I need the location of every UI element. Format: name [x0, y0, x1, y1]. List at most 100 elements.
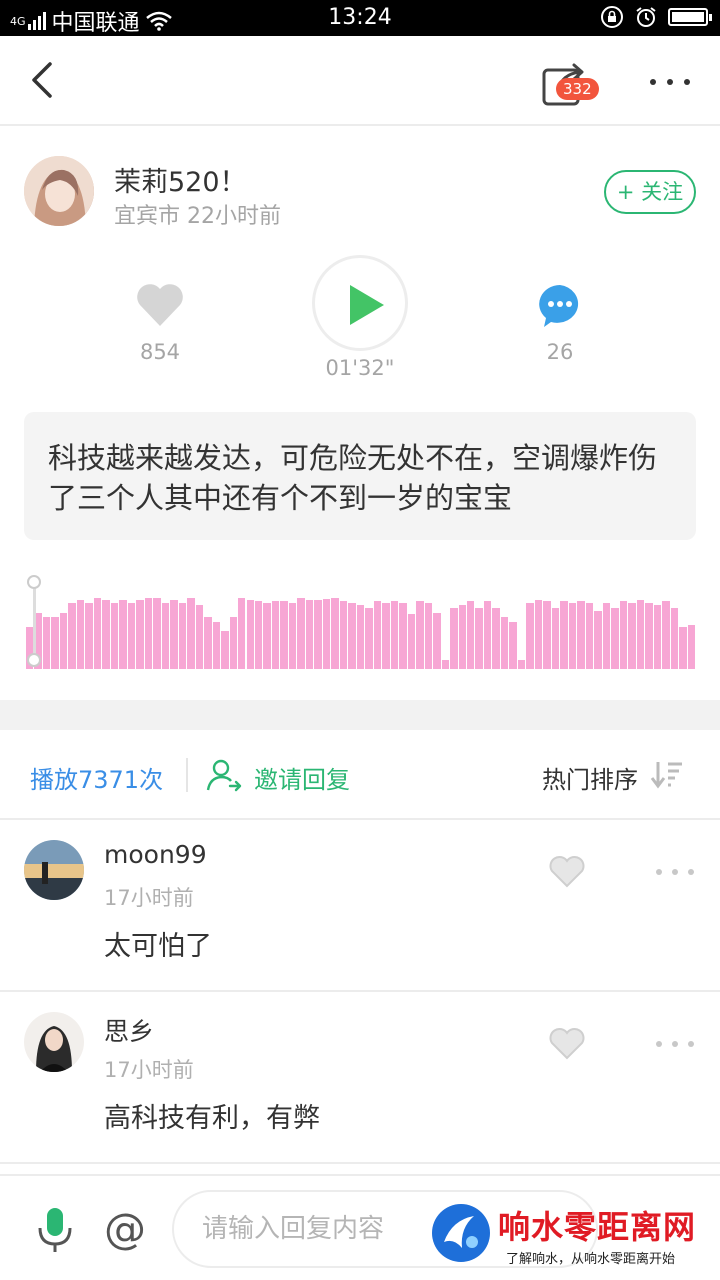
waveform-bar	[51, 617, 59, 669]
share-count-badge: 332	[556, 78, 599, 100]
sort-hot-button[interactable]: 热门排序	[542, 760, 638, 795]
waveform-bar	[509, 622, 517, 669]
waveform-bar	[331, 598, 339, 669]
waveform-bar	[229, 617, 237, 669]
mention-at-icon[interactable]: @	[100, 1204, 150, 1254]
status-bar: 4G 中国联通 13:24	[0, 0, 720, 36]
commenter-name[interactable]: 思乡	[104, 1012, 154, 1048]
like-count: 854	[139, 340, 181, 364]
waveform-bar	[153, 598, 161, 669]
author-location-time: 宜宾市 22小时前	[114, 204, 281, 229]
waveform-bar	[127, 603, 136, 669]
comment-item: moon99 17小时前 太可怕了	[0, 822, 720, 992]
waveform-bar	[636, 600, 645, 669]
comment-more-icon[interactable]	[656, 1040, 696, 1048]
waveform-bar	[93, 598, 102, 669]
play-button[interactable]	[312, 255, 408, 351]
alarm-icon	[636, 7, 656, 27]
invite-user-icon[interactable]	[206, 758, 242, 792]
author-avatar[interactable]	[24, 156, 94, 226]
waveform-bar	[221, 631, 229, 669]
comment-count: 26	[546, 340, 574, 364]
waveform-bar	[645, 603, 653, 669]
waveform-bar	[577, 601, 585, 669]
cursor-bottom-knob[interactable]	[27, 653, 41, 667]
play-icon	[350, 285, 384, 325]
commenter-avatar[interactable]	[24, 840, 84, 900]
waveform-bar	[161, 603, 170, 669]
waveform-bar	[204, 617, 212, 669]
watermark-title: 响水零距离网	[498, 1208, 697, 1246]
waveform-bar	[568, 603, 577, 669]
commenter-avatar[interactable]	[24, 1012, 84, 1072]
waveform-bar	[59, 613, 68, 669]
follow-button[interactable]: + 关注	[604, 170, 696, 214]
waveform-bar	[475, 608, 483, 669]
comment-bubble-icon[interactable]	[536, 282, 584, 330]
audio-duration: 01'32"	[325, 356, 395, 380]
comment-text: 高科技有利，有弊	[104, 1103, 320, 1134]
waveform-bar	[534, 600, 543, 669]
waveform-bar	[144, 598, 153, 669]
waveform-bar	[254, 601, 263, 669]
heart-icon[interactable]	[134, 280, 186, 328]
sort-icon[interactable]	[650, 760, 684, 790]
waveform-bar	[551, 608, 560, 669]
commenter-name[interactable]: moon99	[104, 840, 207, 869]
audio-waveform[interactable]	[24, 575, 696, 669]
waveform-bar	[339, 601, 348, 669]
back-icon[interactable]	[24, 60, 64, 100]
top-nav: 332	[0, 36, 720, 126]
waveform-bar	[483, 601, 492, 669]
stats-bar: 播放7371次 邀请回复 热门排序	[0, 730, 720, 820]
waveform-bar	[170, 600, 178, 669]
waveform-bar	[594, 611, 602, 669]
waveform-bar	[543, 601, 551, 669]
author-name[interactable]: 茉莉520！	[114, 160, 247, 199]
waveform-bar	[458, 605, 466, 669]
comment-time: 17小时前	[104, 1058, 194, 1082]
waveform-bar	[348, 603, 356, 669]
waveform-bar	[500, 617, 509, 669]
waveform-bar	[560, 601, 568, 669]
comment-like-icon[interactable]	[548, 1026, 586, 1060]
commenter-avatar-image	[24, 840, 84, 900]
comment-like-icon[interactable]	[548, 854, 586, 888]
waveform-bar	[585, 603, 594, 669]
waveform-bar	[365, 608, 373, 669]
waveform-bar	[288, 603, 297, 669]
waveform-bar	[492, 608, 500, 669]
waveform-bar	[526, 603, 534, 669]
comment-more-icon[interactable]	[656, 868, 696, 876]
playback-cursor[interactable]	[33, 579, 36, 661]
waveform-bar	[602, 603, 611, 669]
waveform-bar	[297, 598, 305, 669]
waveform-bar	[42, 617, 51, 669]
waveform-bar	[305, 600, 314, 669]
invite-reply-button[interactable]: 邀请回复	[254, 760, 350, 795]
waveform-bar	[670, 608, 679, 669]
comment-time: 17小时前	[104, 886, 194, 910]
waveform-bar	[467, 601, 475, 669]
rotation-lock-icon	[601, 6, 623, 28]
waveform-bar	[450, 608, 458, 669]
waveform-bar	[246, 600, 254, 669]
waveform-bar	[110, 603, 119, 669]
waveform-bar	[611, 608, 619, 669]
waveform-bar	[271, 601, 280, 669]
waveform-bar	[356, 605, 365, 669]
waveform-bar	[424, 603, 433, 669]
commenter-avatar-image	[24, 1012, 84, 1072]
waveform-bar	[679, 627, 687, 669]
microphone-icon[interactable]	[36, 1206, 74, 1254]
waveform-bar	[68, 603, 76, 669]
cursor-top-knob[interactable]	[27, 575, 41, 589]
waveform-bar	[687, 625, 695, 669]
status-right	[600, 5, 712, 29]
waveform-bar	[187, 598, 195, 669]
waveform-bar	[76, 600, 85, 669]
waveform-bar	[382, 603, 390, 669]
more-options-icon[interactable]	[648, 76, 692, 88]
post-text: 科技越来越发达，可危险无处不在，空调爆炸伤了三个人其中还有个不到一岁的宝宝	[24, 412, 696, 540]
waveform-bar	[619, 601, 628, 669]
